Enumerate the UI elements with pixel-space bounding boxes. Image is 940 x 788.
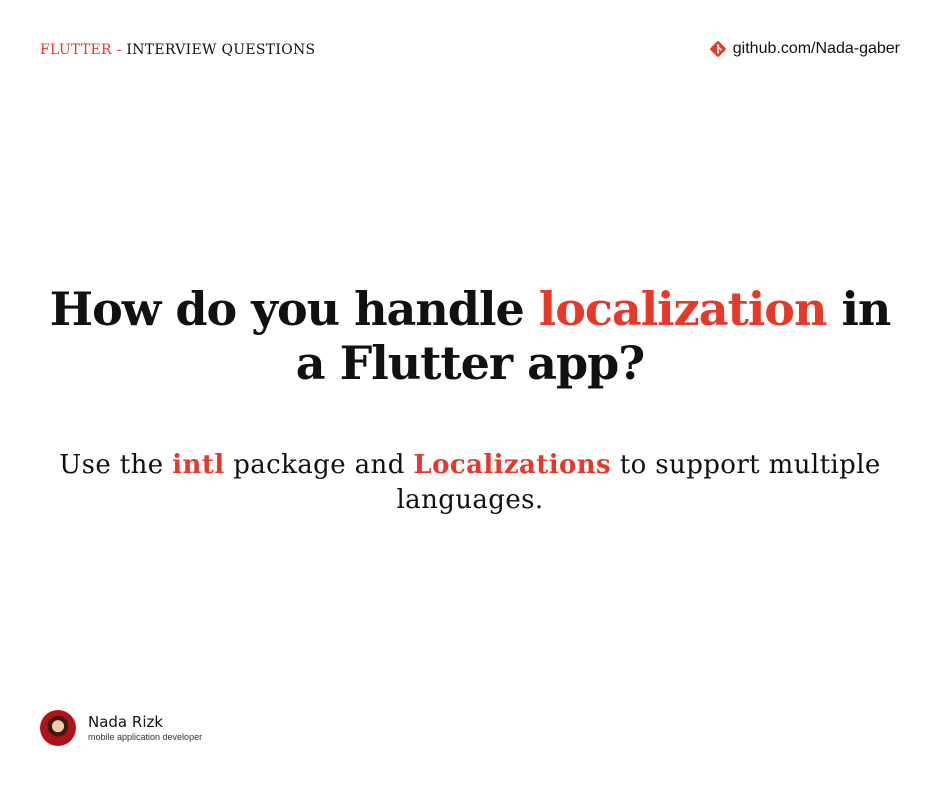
answer-part1: Use the (59, 450, 164, 480)
avatar (40, 710, 76, 746)
author-role: mobile application developer (88, 732, 203, 742)
question-title: How do you handle localization in a Flut… (40, 282, 900, 390)
author-text: Nada Rizk mobile application developer (88, 713, 202, 743)
answer-part2: package and (233, 450, 405, 480)
series-title: INTERVIEW QUESTIONS (126, 42, 316, 58)
github-link[interactable]: github.com/Nada-gaber (709, 40, 900, 58)
question-highlight: localization (538, 282, 828, 336)
question-part1: How do you handle (49, 282, 525, 336)
answer-text: Use the intl package and Localizations t… (40, 448, 900, 518)
answer-highlight-intl: intl (172, 450, 225, 480)
author-card: Nada Rizk mobile application developer (40, 710, 202, 746)
series-accent: FLUTTER - (40, 42, 122, 58)
top-bar: FLUTTER - INTERVIEW QUESTIONS github.com… (40, 40, 900, 64)
author-name: Nada Rizk (88, 713, 164, 731)
answer-highlight-localizations: Localizations (413, 450, 612, 480)
series-label: FLUTTER - INTERVIEW QUESTIONS (40, 42, 315, 58)
main-content: How do you handle localization in a Flut… (40, 282, 900, 518)
git-icon (709, 41, 726, 57)
github-link-text: github.com/Nada-gaber (732, 40, 900, 57)
